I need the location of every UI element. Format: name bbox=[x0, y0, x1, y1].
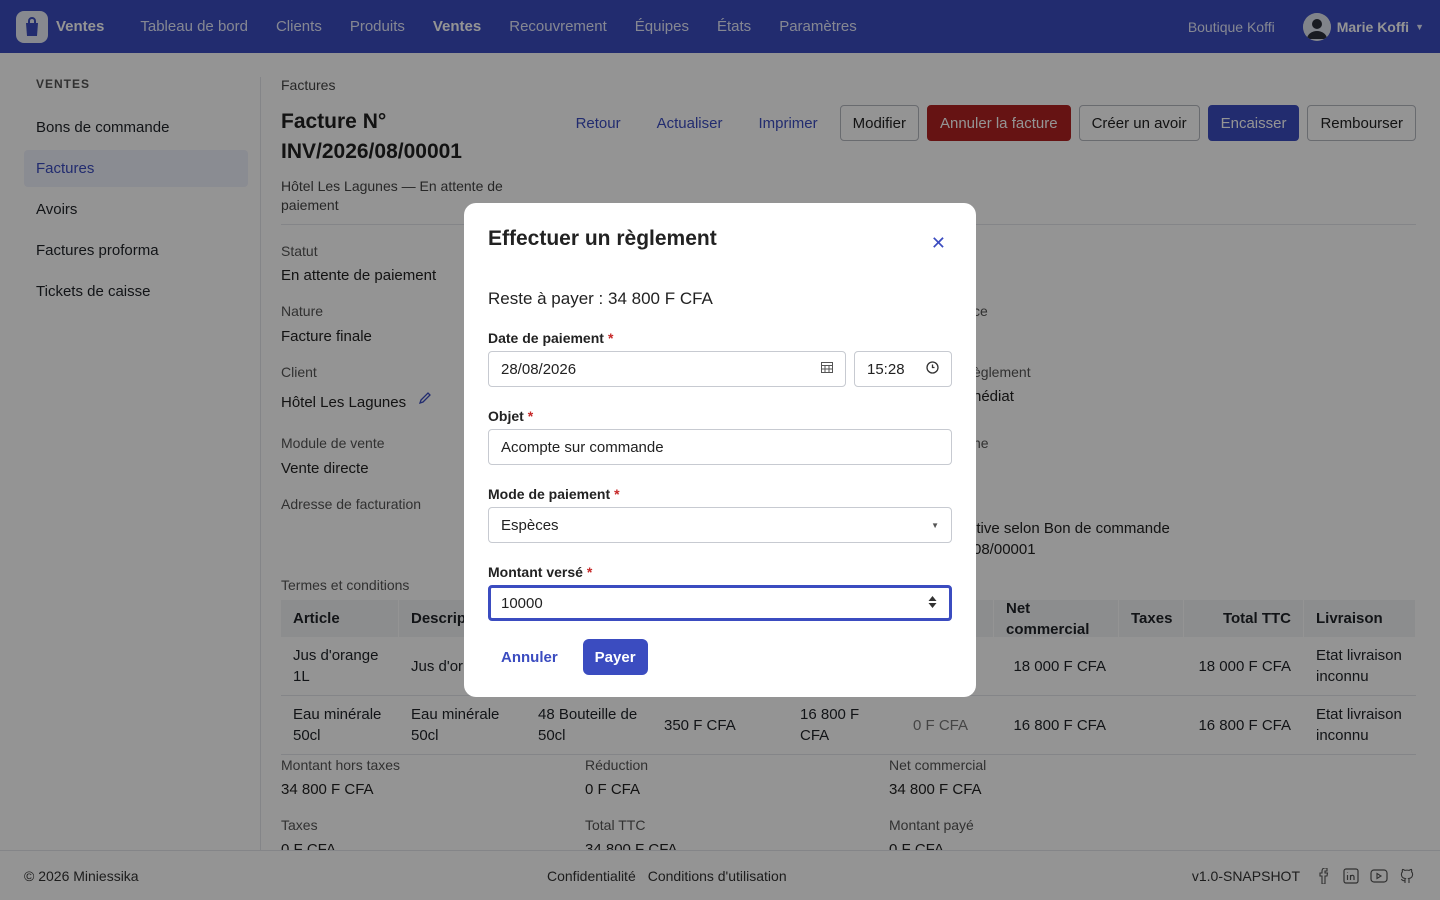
amount-label: Montant versé * bbox=[488, 564, 593, 580]
remaining-amount: Reste à payer : 34 800 F CFA bbox=[488, 289, 713, 308]
required-mark: * bbox=[614, 486, 620, 502]
number-stepper-icon[interactable] bbox=[928, 595, 937, 612]
dialog-title: Effectuer un règlement bbox=[488, 227, 717, 250]
calendar-icon[interactable] bbox=[821, 362, 833, 376]
payment-method-select[interactable]: Espèces ▼ bbox=[488, 507, 952, 543]
subject-input[interactable]: Acompte sur commande bbox=[488, 429, 952, 465]
payment-dialog: Effectuer un règlement ✕ Reste à payer :… bbox=[464, 203, 976, 697]
clock-icon[interactable] bbox=[926, 361, 939, 377]
subject-label: Objet * bbox=[488, 408, 534, 424]
payment-date-label: Date de paiement * bbox=[488, 330, 614, 346]
amount-input[interactable]: 10000 bbox=[488, 585, 952, 621]
payment-time-input[interactable]: 15:28 bbox=[854, 351, 952, 387]
chevron-down-icon: ▼ bbox=[931, 520, 939, 530]
modal-backdrop[interactable]: Effectuer un règlement ✕ Reste à payer :… bbox=[0, 0, 1440, 900]
payment-method-label: Mode de paiement * bbox=[488, 486, 620, 502]
required-mark: * bbox=[586, 564, 593, 580]
pay-button[interactable]: Payer bbox=[582, 639, 648, 675]
payment-date-input[interactable]: 28/08/2026 bbox=[488, 351, 846, 387]
required-mark: * bbox=[607, 330, 614, 346]
required-mark: * bbox=[527, 408, 534, 424]
close-icon[interactable]: ✕ bbox=[931, 234, 946, 252]
cancel-button[interactable]: Annuler bbox=[488, 639, 571, 675]
